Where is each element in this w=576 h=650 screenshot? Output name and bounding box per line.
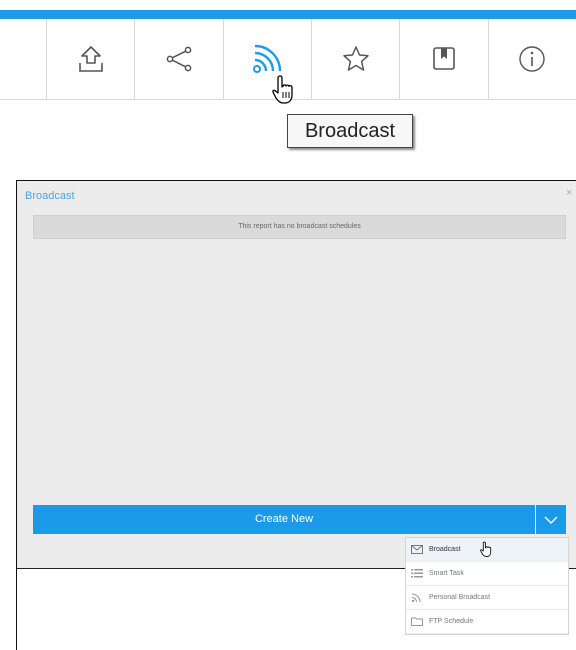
rss-icon <box>411 592 425 603</box>
menu-item-personal-broadcast[interactable]: Personal Broadcast <box>406 586 568 610</box>
menu-item-smart-task[interactable]: Smart Task <box>406 562 568 586</box>
upload-icon <box>78 46 103 72</box>
hand-cursor-icon <box>272 75 293 104</box>
star-icon <box>342 46 369 71</box>
info-button[interactable] <box>487 19 576 99</box>
empty-schedules-message: This report has no broadcast schedules <box>33 215 566 239</box>
share-icon <box>166 46 192 72</box>
menu-item-label: Smart Task <box>429 570 464 577</box>
modal-title: Broadcast <box>25 190 75 202</box>
list-icon <box>411 569 425 578</box>
close-icon[interactable]: × <box>566 187 572 199</box>
menu-item-ftp-schedule[interactable]: FTP Schedule <box>406 610 568 634</box>
create-new-dropdown-toggle[interactable] <box>536 505 566 534</box>
envelope-icon <box>411 545 425 554</box>
toolbar-accent-bar <box>0 10 576 19</box>
folder-icon <box>411 617 425 626</box>
rss-icon <box>253 44 282 73</box>
broadcast-tooltip: Broadcast <box>287 114 413 148</box>
bookmark-button[interactable] <box>399 19 487 99</box>
menu-item-label: Personal Broadcast <box>429 594 491 601</box>
favourite-button[interactable] <box>310 19 399 99</box>
menu-item-label: FTP Schedule <box>429 618 474 625</box>
create-new-button[interactable]: Create New <box>33 505 535 534</box>
chevron-down-icon <box>544 516 558 524</box>
info-icon <box>519 46 545 72</box>
export-button[interactable] <box>46 19 134 99</box>
hand-cursor-icon <box>480 541 492 557</box>
share-button[interactable] <box>134 19 222 99</box>
menu-item-label: Broadcast <box>429 546 461 553</box>
bookmark-icon <box>433 47 455 70</box>
